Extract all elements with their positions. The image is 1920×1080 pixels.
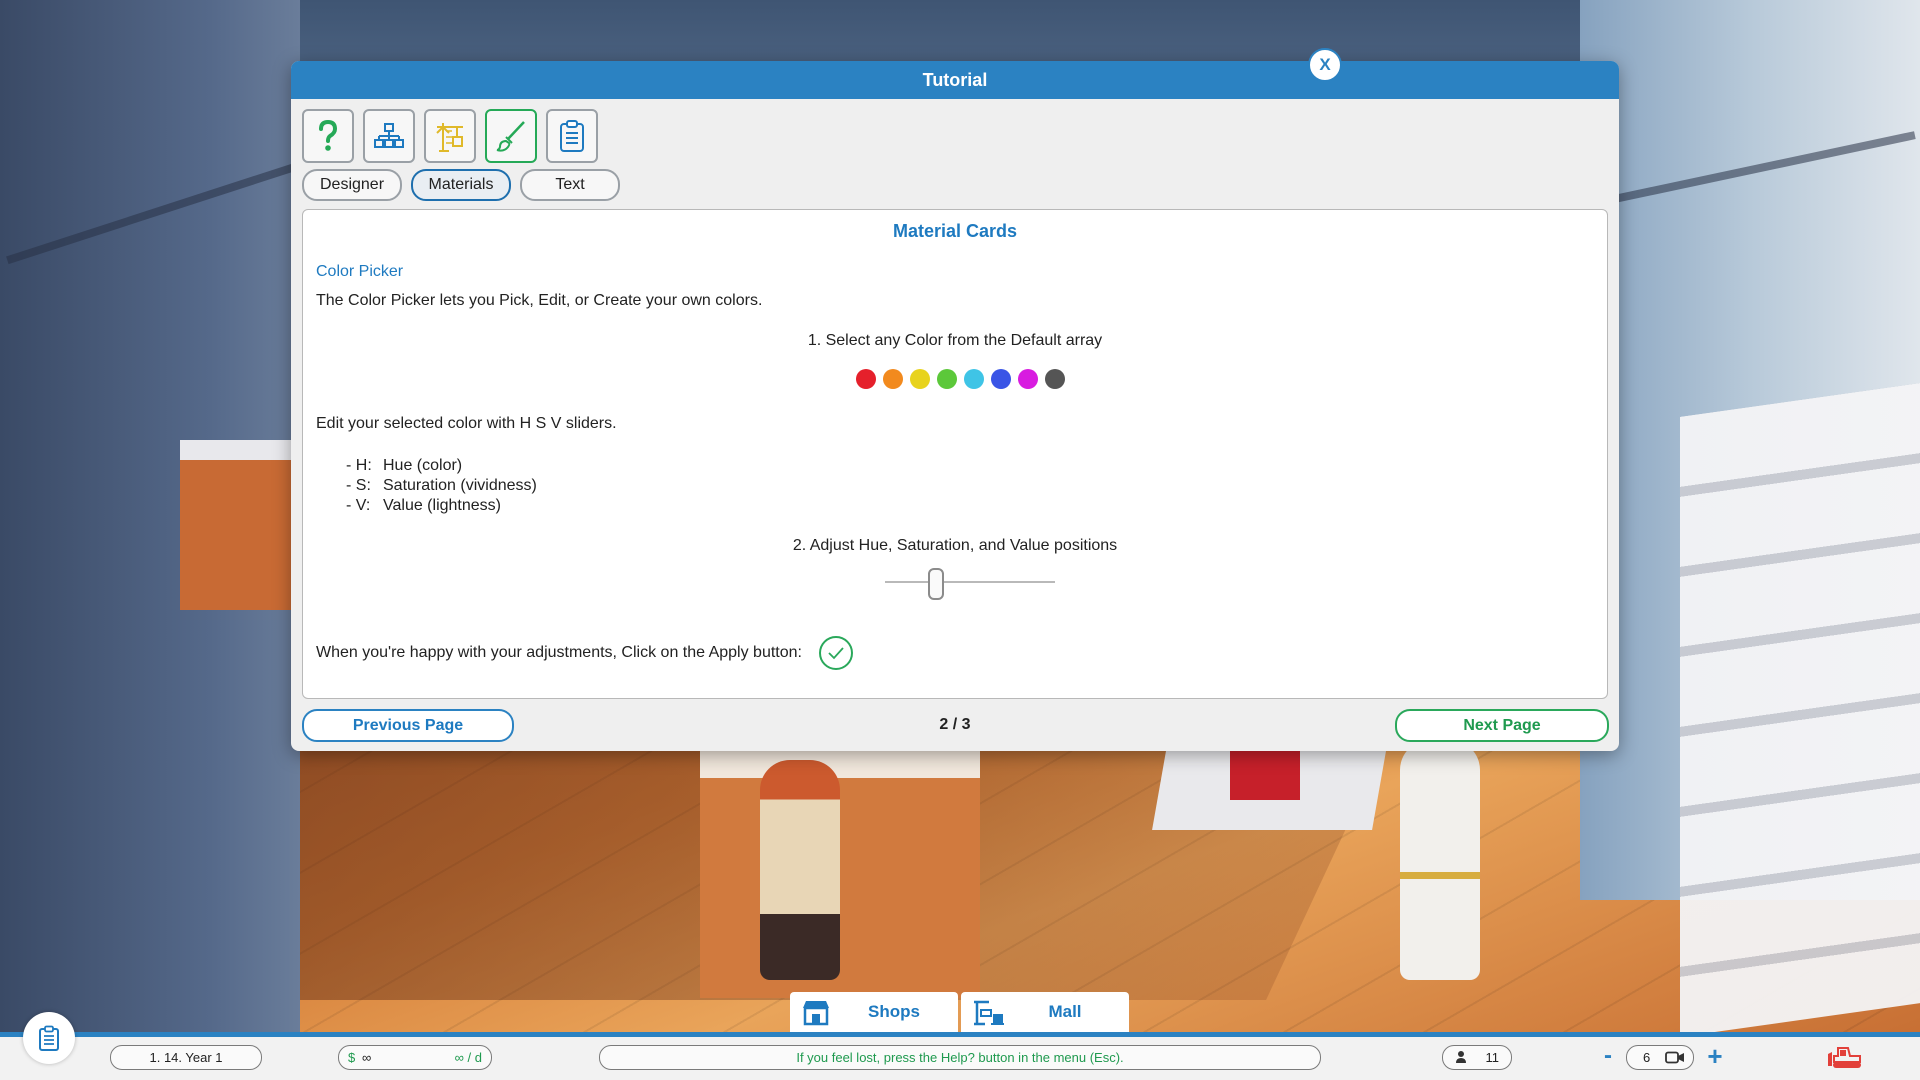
currency-symbol: $ [348, 1050, 356, 1065]
zoom-in-button[interactable]: + [1703, 1042, 1727, 1070]
demo-slider-track[interactable] [885, 581, 1055, 583]
color-swatch[interactable] [856, 369, 876, 389]
shop-counter [180, 440, 300, 610]
money-display: $ ∞ ∞ / d [338, 1045, 492, 1070]
step-1-text: 1. Select any Color from the Default arr… [807, 332, 1103, 349]
hsv-key: - S: [346, 477, 371, 494]
hsv-item-v: - V: Value (lightness) [346, 496, 537, 516]
apply-button[interactable] [819, 636, 853, 670]
hsv-desc: Hue (color) [383, 457, 463, 474]
person-icon [1456, 1051, 1466, 1063]
hsv-list: - H: Hue (color) - S: Saturation (vividn… [346, 456, 537, 516]
clipboard-icon [560, 120, 584, 152]
shopper-character [760, 760, 840, 980]
camera-speed-value: 6 [1643, 1050, 1651, 1065]
population-display: 11 [1442, 1045, 1512, 1070]
demolish-button[interactable] [1826, 1042, 1866, 1070]
apply-instruction-text: When you're happy with your adjustments,… [316, 644, 802, 661]
tutorial-dialog: Tutorial Designer Materials Text Materia… [291, 61, 1619, 751]
tab-text[interactable]: Text [520, 169, 620, 201]
population-count: 11 [1485, 1050, 1500, 1065]
color-swatch[interactable] [910, 369, 930, 389]
default-color-array [856, 369, 1065, 389]
video-camera-icon [1665, 1051, 1684, 1064]
tutorial-sub-tabs: Designer Materials Text [302, 169, 620, 201]
tab-materials[interactable]: Materials [411, 169, 511, 201]
hsv-desc: Saturation (vividness) [383, 477, 537, 494]
clipboard-icon [39, 1025, 59, 1051]
checkmark-icon [828, 647, 844, 660]
tab-clipboard[interactable] [546, 109, 598, 163]
game-date: 1. 14. Year 1 [110, 1045, 262, 1070]
zoom-out-button[interactable]: - [1600, 1042, 1616, 1070]
hsv-key: - V: [346, 497, 371, 514]
camera-speed-display: 6 [1626, 1045, 1694, 1070]
help-question-icon [319, 119, 338, 151]
color-swatch[interactable] [1018, 369, 1038, 389]
color-swatch[interactable] [1045, 369, 1065, 389]
edit-text: Edit your selected color with H S V slid… [316, 415, 617, 432]
next-page-button[interactable]: Next Page [1395, 709, 1609, 742]
money-balance: ∞ [362, 1050, 372, 1065]
shop-counter [700, 750, 980, 998]
color-swatch[interactable] [991, 369, 1011, 389]
hsv-key: - H: [346, 457, 372, 474]
color-swatch[interactable] [937, 369, 957, 389]
help-hint-bar: If you feel lost, press the Help? button… [599, 1045, 1321, 1070]
section-title: Color Picker [316, 263, 404, 280]
hsv-item-h: - H: Hue (color) [346, 456, 537, 476]
tab-mall[interactable]: Mall [961, 992, 1129, 1032]
tab-help[interactable] [302, 109, 354, 163]
tab-shops[interactable]: Shops [790, 992, 958, 1032]
color-swatch[interactable] [883, 369, 903, 389]
shopper-character [1400, 740, 1480, 980]
color-swatch[interactable] [964, 369, 984, 389]
hsv-desc: Value (lightness) [383, 497, 501, 514]
tab-shops-label: Shops [868, 1002, 920, 1021]
tab-paint[interactable] [485, 109, 537, 163]
shelving-unit [1680, 383, 1920, 1037]
tab-construction[interactable] [424, 109, 476, 163]
tab-hierarchy[interactable] [363, 109, 415, 163]
tasks-button[interactable] [23, 1012, 75, 1064]
tab-mall-label: Mall [1048, 1002, 1082, 1021]
tab-designer[interactable]: Designer [302, 169, 402, 201]
dialog-title: Tutorial [291, 61, 1619, 99]
demo-slider-handle[interactable] [928, 568, 944, 600]
crane-icon [436, 123, 463, 152]
hierarchy-icon [374, 123, 404, 148]
intro-text: The Color Picker lets you Pick, Edit, or… [316, 292, 763, 309]
close-button[interactable]: X [1308, 48, 1342, 82]
step-2-text: 2. Adjust Hue, Saturation, and Value pos… [792, 537, 1118, 554]
content-title: Material Cards [892, 221, 1018, 241]
money-rate: ∞ / d [454, 1050, 482, 1065]
paintbrush-icon [496, 121, 525, 152]
tutorial-icon-tabs [302, 109, 598, 163]
tutorial-content-panel: Material Cards Color Picker The Color Pi… [302, 209, 1608, 699]
hsv-item-s: - S: Saturation (vividness) [346, 476, 537, 496]
bulldozer-icon [1828, 1047, 1861, 1068]
status-bar-divider [0, 1032, 1920, 1037]
